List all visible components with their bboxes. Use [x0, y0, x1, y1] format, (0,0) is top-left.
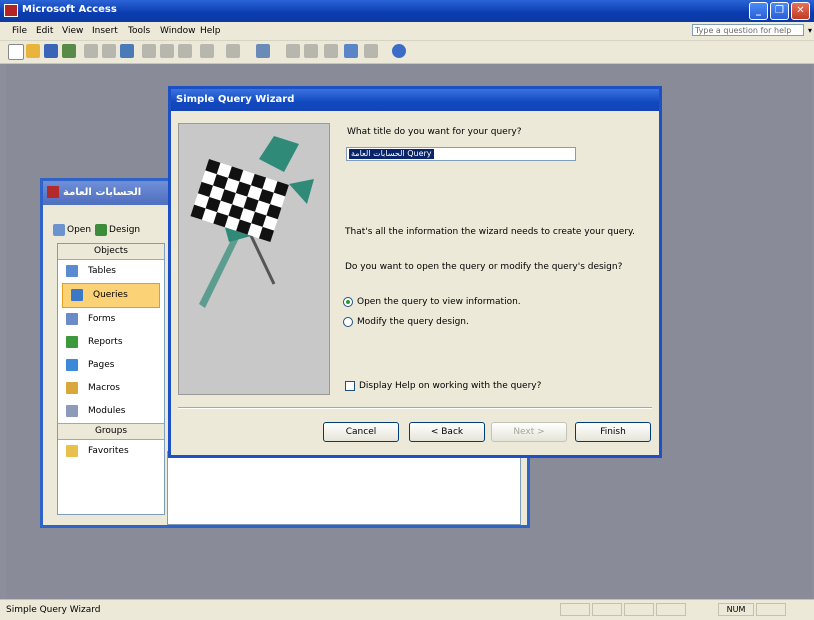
finish-flag-icon — [179, 124, 329, 394]
help-checkbox-box[interactable] — [345, 381, 355, 391]
print-preview-icon[interactable] — [102, 44, 116, 58]
menu-file[interactable]: File — [12, 26, 27, 36]
radio-modify-label: Modify the query design. — [357, 317, 469, 327]
report-icon — [66, 336, 78, 348]
status-cell — [592, 603, 622, 616]
object-queries[interactable]: Queries — [62, 283, 160, 308]
finish-button[interactable]: Finish — [575, 422, 651, 442]
access-app-icon[interactable] — [4, 4, 18, 17]
wizard-separator — [178, 407, 652, 409]
object-reports[interactable]: Reports — [58, 331, 164, 354]
num-lock-indicator: NUM — [718, 603, 754, 616]
code-icon[interactable] — [286, 44, 300, 58]
new-icon[interactable] — [8, 44, 24, 60]
query-title-input[interactable]: الحسابات العامة Query — [346, 147, 576, 161]
menu-help[interactable]: Help — [200, 26, 221, 36]
close-button[interactable]: ✕ — [791, 2, 810, 20]
macro-icon — [66, 382, 78, 394]
menu-window[interactable]: Window — [160, 26, 196, 36]
object-pages[interactable]: Pages — [58, 354, 164, 377]
undo-icon[interactable] — [200, 44, 214, 58]
object-tables[interactable]: Tables — [58, 260, 164, 283]
radio-open-indicator[interactable] — [343, 297, 353, 307]
ask-dropdown-icon[interactable]: ▾ — [808, 26, 812, 35]
spelling-icon[interactable] — [120, 44, 134, 58]
design-icon — [95, 224, 108, 236]
menu-bar: File Edit View Insert Tools Window Help … — [0, 22, 814, 41]
group-favorites[interactable]: Favorites — [58, 440, 164, 463]
restore-button[interactable]: ❐ — [770, 2, 789, 20]
properties-icon[interactable] — [324, 44, 338, 58]
page-icon — [66, 359, 78, 371]
office-links-icon[interactable] — [256, 44, 270, 58]
table-icon — [66, 265, 78, 277]
cut-icon[interactable] — [142, 44, 156, 58]
wizard-title-bar[interactable]: Simple Query Wizard — [171, 89, 659, 111]
checkered-flag-image — [178, 123, 330, 395]
app-title: Microsoft Access — [22, 4, 117, 15]
status-text: Simple Query Wizard — [6, 605, 101, 615]
analyze-icon[interactable] — [226, 44, 240, 58]
open-label: Open — [67, 225, 92, 235]
open-object-icon — [53, 224, 65, 236]
save-icon[interactable] — [44, 44, 58, 58]
menu-view[interactable]: View — [62, 26, 83, 36]
object-list[interactable] — [167, 451, 521, 525]
menu-tools[interactable]: Tools — [128, 26, 150, 36]
print-icon[interactable] — [84, 44, 98, 58]
menu-edit[interactable]: Edit — [36, 26, 53, 36]
open-or-modify-question: Do you want to open the query or modify … — [345, 262, 623, 272]
database-icon — [47, 186, 59, 198]
simple-query-wizard-dialog: Simple Query Wizard What title do you wa… — [168, 86, 662, 458]
paste-icon[interactable] — [178, 44, 192, 58]
status-cell — [756, 603, 786, 616]
objects-header[interactable]: Objects — [58, 244, 164, 260]
window-controls: _ ❐ ✕ — [749, 2, 810, 20]
wizard-info-text: That's all the information the wizard ne… — [345, 227, 635, 237]
title-question: What title do you want for your query? — [347, 127, 522, 137]
status-bar: Simple Query Wizard NUM — [0, 599, 814, 620]
form-icon — [66, 313, 78, 325]
database-toolbar: Open Design — [53, 221, 140, 239]
database-title: الحسابات العامة — [63, 187, 142, 198]
groups-header[interactable]: Groups — [58, 423, 164, 440]
help-icon[interactable] — [392, 44, 406, 58]
wizard-title: Simple Query Wizard — [176, 94, 295, 105]
open-button[interactable]: Open — [53, 221, 91, 239]
ask-question-box[interactable]: Type a question for help — [692, 24, 804, 36]
app-title-bar: Microsoft Access _ ❐ ✕ — [0, 0, 814, 22]
back-button[interactable]: < Back — [409, 422, 485, 442]
open-icon[interactable] — [26, 44, 40, 58]
copy-icon[interactable] — [160, 44, 174, 58]
help-checkbox[interactable]: Display Help on working with the query? — [345, 381, 541, 391]
radio-open-label: Open the query to view information. — [357, 297, 521, 307]
toolbar — [0, 41, 814, 64]
module-icon — [66, 405, 78, 417]
next-button[interactable]: Next > — [491, 422, 567, 442]
design-label: Design — [109, 225, 141, 235]
object-modules[interactable]: Modules — [58, 400, 164, 423]
objects-pane: Objects Tables Queries Forms Reports Pag… — [57, 243, 165, 515]
script-icon[interactable] — [304, 44, 318, 58]
object-forms[interactable]: Forms — [58, 308, 164, 331]
status-cell — [624, 603, 654, 616]
design-button[interactable]: Design — [95, 221, 140, 239]
cancel-button[interactable]: Cancel — [323, 422, 399, 442]
query-title-value: الحسابات العامة Query — [349, 149, 434, 159]
relationships-icon[interactable] — [344, 44, 358, 58]
minimize-button[interactable]: _ — [749, 2, 768, 20]
query-icon — [71, 289, 83, 301]
status-cell — [656, 603, 686, 616]
file-search-icon[interactable] — [62, 44, 76, 58]
new-object-icon[interactable] — [364, 44, 378, 58]
help-checkbox-label: Display Help on working with the query? — [359, 381, 542, 391]
radio-open-query[interactable]: Open the query to view information. — [343, 297, 521, 307]
menu-insert[interactable]: Insert — [92, 26, 118, 36]
radio-modify-indicator[interactable] — [343, 317, 353, 327]
object-macros[interactable]: Macros — [58, 377, 164, 400]
status-cell — [560, 603, 590, 616]
radio-modify-design[interactable]: Modify the query design. — [343, 317, 469, 327]
favorites-folder-icon — [66, 445, 78, 457]
